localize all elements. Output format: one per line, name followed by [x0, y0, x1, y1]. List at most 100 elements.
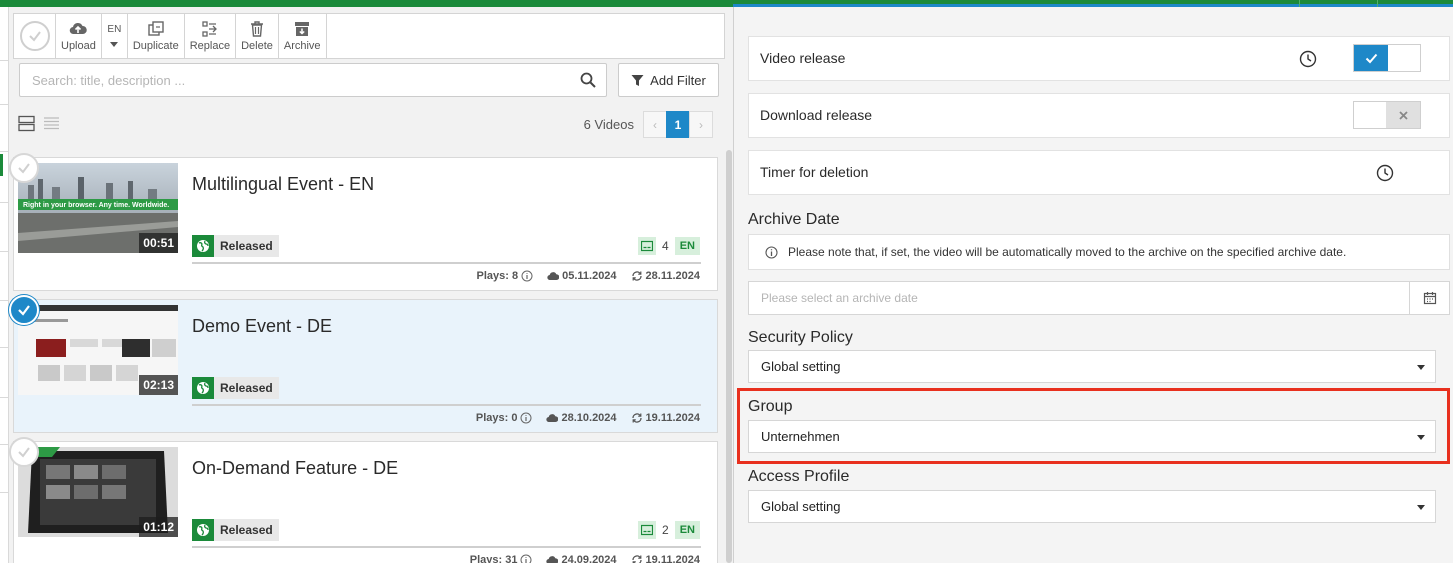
globe-icon: [197, 240, 209, 252]
upload-date: 24.09.2024: [561, 554, 617, 563]
video-card[interactable]: Right in your browser. Any time. Worldwi…: [9, 153, 718, 291]
upload-label: Upload: [61, 40, 96, 52]
calendar-button[interactable]: [1409, 282, 1449, 314]
subtitle-count: 4: [662, 239, 669, 253]
security-policy-heading: Security Policy: [748, 329, 853, 346]
video-thumbnail[interactable]: 02:13: [18, 305, 178, 395]
header-divider: [1299, 0, 1300, 7]
video-thumbnail[interactable]: 01:12: [18, 447, 178, 537]
plays-count: Plays: 31: [469, 554, 518, 563]
select-checkbox-checked[interactable]: [9, 295, 39, 325]
page-next-button[interactable]: ›: [689, 111, 713, 138]
info-icon[interactable]: [520, 412, 532, 424]
select-all-circle: [19, 21, 50, 51]
security-policy-select[interactable]: Global setting: [748, 350, 1436, 383]
clock-icon[interactable]: [1299, 50, 1317, 68]
add-filter-button[interactable]: Add Filter: [618, 63, 719, 97]
trash-icon: [250, 21, 263, 37]
group-select[interactable]: Unternehmen: [748, 420, 1436, 453]
toggle-off-segment: [1386, 102, 1420, 128]
clock-icon[interactable]: [1376, 164, 1394, 182]
cloud-upload-icon: [546, 556, 559, 563]
group-value: Unternehmen: [761, 429, 840, 444]
page-prev-button[interactable]: ‹: [643, 111, 667, 138]
globe-icon: [197, 524, 209, 536]
caret-down-icon: [110, 41, 119, 47]
card-view-icon[interactable]: [18, 115, 35, 132]
video-stats: Plays: 31 24.09.2024 19.11.2024: [470, 554, 700, 563]
plays-count: Plays: 0: [475, 412, 518, 424]
update-date: 28.11.2024: [645, 270, 700, 282]
archive-date-heading: Archive Date: [748, 211, 840, 228]
right-header-strip: [733, 0, 1453, 7]
caret-down-icon: [1417, 365, 1425, 370]
check-icon: [1365, 53, 1377, 63]
card-divider: [192, 546, 701, 548]
select-checkbox[interactable]: [9, 437, 39, 467]
access-profile-value: Global setting: [761, 499, 841, 514]
status-label: Released: [220, 381, 273, 395]
video-thumbnail[interactable]: Right in your browser. Any time. Worldwi…: [18, 163, 178, 253]
video-release-row: Video release: [748, 36, 1450, 81]
delete-button[interactable]: Delete: [236, 14, 279, 58]
timer-deletion-label: Timer for deletion: [760, 164, 869, 180]
archive-icon: [295, 22, 310, 36]
video-card-selected[interactable]: 02:13 Demo Event - DE Released Plays: 0 …: [9, 295, 718, 433]
status-label: Released: [220, 239, 273, 253]
calendar-icon: [1423, 292, 1436, 305]
check-icon: [18, 447, 30, 458]
video-stats: Plays: 0 28.10.2024 19.11.2024: [476, 412, 700, 424]
video-title[interactable]: On-Demand Feature - DE: [192, 458, 398, 479]
status-badge: Released: [192, 377, 279, 399]
info-icon[interactable]: [521, 270, 533, 282]
cloud-upload-icon: [546, 414, 559, 423]
list-scrollbar[interactable]: [726, 150, 732, 563]
subtitle-info: 2 EN: [638, 521, 700, 539]
check-icon: [28, 31, 41, 42]
search-icon[interactable]: [580, 72, 596, 88]
select-all-checkbox[interactable]: [14, 14, 56, 58]
download-release-toggle[interactable]: [1353, 101, 1421, 129]
upload-button[interactable]: Upload: [56, 14, 102, 58]
video-card[interactable]: 01:12 On-Demand Feature - DE Released 2 …: [9, 437, 718, 563]
search-input[interactable]: [20, 64, 570, 96]
caret-down-icon: [1417, 435, 1425, 440]
replace-label: Replace: [189, 40, 231, 52]
thumbnail-banner-text: Right in your browser. Any time. Worldwi…: [23, 202, 169, 209]
replace-icon: [202, 21, 217, 37]
archive-date-input[interactable]: [749, 282, 1394, 314]
upload-date: 05.11.2024: [562, 270, 617, 282]
download-release-label: Download release: [760, 107, 873, 123]
video-release-toggle[interactable]: [1353, 44, 1421, 72]
select-checkbox[interactable]: [9, 153, 39, 183]
check-icon: [18, 305, 30, 316]
action-toolbar: Upload EN Duplicate Replace Delete Archi…: [13, 13, 725, 59]
header-divider: [1377, 0, 1378, 7]
language-dropdown[interactable]: EN: [102, 14, 128, 58]
replace-button[interactable]: Replace: [185, 14, 237, 58]
active-nav-indicator: [0, 154, 3, 176]
video-title[interactable]: Multilingual Event - EN: [192, 174, 374, 195]
left-nav-edge: [0, 7, 9, 563]
info-icon[interactable]: [520, 554, 532, 563]
archive-button[interactable]: Archive: [279, 14, 327, 58]
duplicate-button[interactable]: Duplicate: [128, 14, 185, 58]
page-button-current[interactable]: 1: [666, 111, 690, 138]
access-profile-heading: Access Profile: [748, 468, 850, 485]
card-divider: [192, 262, 701, 264]
cloud-upload-icon: [70, 22, 88, 35]
upload-date: 28.10.2024: [561, 412, 617, 424]
status-badge: Released: [192, 235, 279, 257]
security-policy-value: Global setting: [761, 359, 841, 374]
video-release-label: Video release: [760, 50, 846, 66]
duplicate-label: Duplicate: [132, 40, 179, 52]
archive-date-field: [748, 281, 1450, 315]
list-view-icon[interactable]: [43, 115, 60, 132]
video-title[interactable]: Demo Event - DE: [192, 316, 332, 337]
timer-deletion-row: Timer for deletion: [748, 150, 1450, 195]
access-profile-select[interactable]: Global setting: [748, 490, 1436, 523]
top-color-strip: [0, 0, 1453, 7]
video-count: 6 Videos: [583, 117, 634, 132]
archive-note-text: Please note that, if set, the video will…: [788, 245, 1347, 259]
subtitles-icon: [641, 240, 654, 252]
